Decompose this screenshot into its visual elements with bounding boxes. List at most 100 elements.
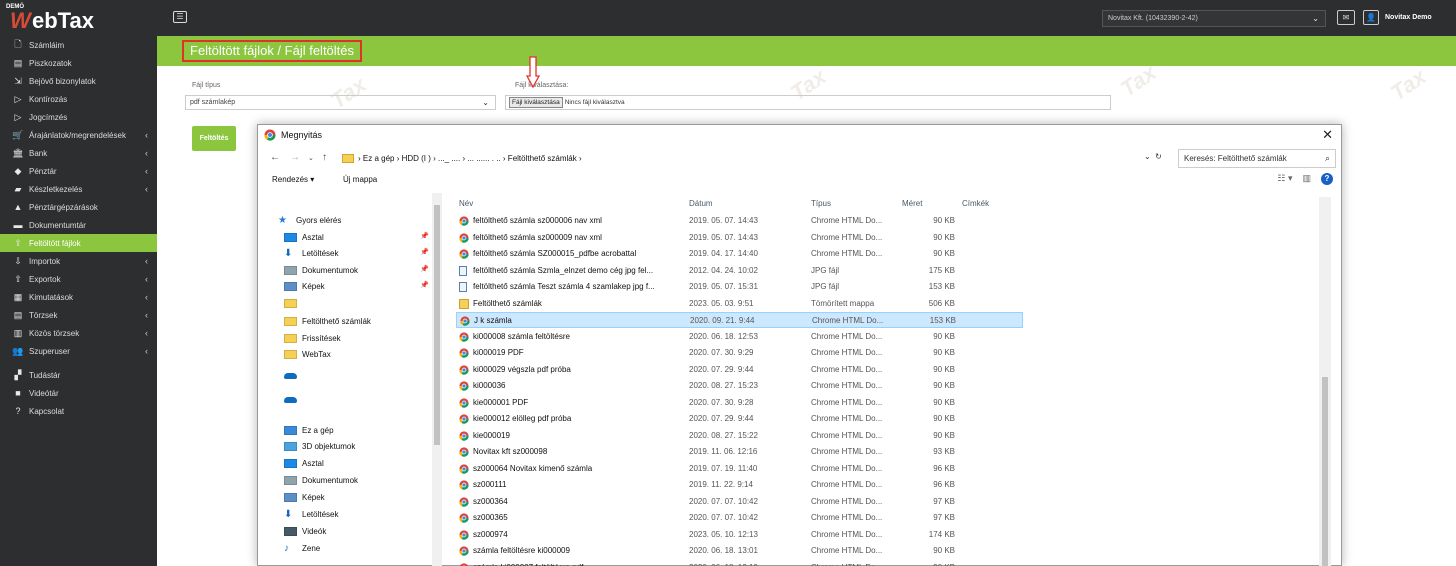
file-choose-button[interactable]: Fájl kiválasztása (509, 97, 563, 108)
column-header[interactable]: Típus (811, 199, 831, 208)
pin-icon[interactable]: 📌 (420, 248, 429, 256)
menu-toggle-button[interactable]: ☰ (173, 11, 187, 23)
sidebar-item[interactable]: ⇪ Feltöltött fájlok (0, 234, 157, 252)
nav-item[interactable]: Képek (284, 279, 325, 293)
column-header[interactable]: Név (459, 199, 473, 208)
nav-item[interactable]: ★ Gyors elérés (278, 213, 341, 227)
close-icon[interactable]: ✕ (1322, 127, 1333, 143)
pin-icon[interactable]: 📌 (420, 281, 429, 289)
nav-item[interactable]: WebTax (284, 347, 331, 361)
desktop-icon (284, 232, 297, 242)
file-row[interactable]: feltölthető számla Szmla_elnzet demo cég… (456, 263, 1023, 279)
nav-item[interactable]: Dokumentumok (284, 263, 358, 277)
file-row[interactable]: számla ki000007 feltöltésre pdf 2020. 06.… (456, 560, 1023, 566)
refresh-icon[interactable]: ⌄ ↻ (1144, 152, 1162, 161)
file-row[interactable]: kie000012 elölleg pdf próba 2020. 07. 29.… (456, 411, 1023, 427)
nav-item[interactable]: Videók (284, 524, 326, 538)
sidebar-item[interactable]: ▞ Tudástár (0, 366, 157, 384)
forward-arrow-icon[interactable]: → (290, 152, 300, 163)
back-arrow-icon[interactable]: ← (270, 152, 280, 163)
nav-item[interactable]: Asztal (284, 456, 324, 470)
sidebar-item[interactable]: ⇧ Exportok ‹ (0, 270, 157, 288)
sidebar-item[interactable]: ◆ Pénztár ‹ (0, 162, 157, 180)
webtax-logo[interactable]: DEMÓ W ebTax (0, 0, 157, 36)
sidebar-item[interactable]: ▤ Piszkozatok (0, 54, 157, 72)
company-select[interactable]: Novitax Kft. (10432390-2-42) ⌄ (1102, 10, 1326, 27)
column-header[interactable]: Méret (902, 199, 922, 208)
file-row[interactable]: J k számla 2020. 09. 21. 9:44 Chrome HTML … (456, 312, 1023, 328)
sidebar-item[interactable]: ▤ Törzsek ‹ (0, 306, 157, 324)
nav-item[interactable]: Asztal (284, 230, 324, 244)
preview-pane-icon[interactable]: ▥ (1302, 173, 1311, 185)
file-row[interactable]: sz000111 2019. 11. 22. 9:14 Chrome HTML Do… (456, 477, 1023, 493)
nav-item[interactable]: Ez a gép (284, 423, 334, 437)
chevron-down-icon[interactable]: ⌄ (308, 154, 314, 162)
search-input[interactable]: Keresés: Feltölthető számlák ⌕ (1178, 149, 1336, 168)
nav-item[interactable]: Dokumentumok (284, 473, 358, 487)
sidebar-item[interactable]: ■ Videótár (0, 384, 157, 402)
file-row[interactable]: számla feltöltésre ki000009 2020. 06. 18.… (456, 543, 1023, 559)
sidebar-item[interactable]: ▦ Kimutatások ‹ (0, 288, 157, 306)
messages-button[interactable]: ✉ (1337, 10, 1355, 25)
file-row[interactable]: sz000064 Novitax kimenő számla 2019. 07. … (456, 461, 1023, 477)
nav-item[interactable] (284, 393, 302, 407)
file-row[interactable]: sz000974 2023. 05. 10. 12:13 Chrome HTML D… (456, 527, 1023, 543)
file-row[interactable]: kie000001 PDF 2020. 07. 30. 9:28 Chrome HT… (456, 395, 1023, 411)
help-icon[interactable]: ? (1321, 173, 1333, 185)
sidebar-item[interactable]: ▰ Készletkezelés ‹ (0, 180, 157, 198)
nav-item[interactable] (284, 296, 302, 310)
upload-button[interactable]: Feltöltés (192, 126, 236, 151)
pin-icon[interactable]: 📌 (420, 232, 429, 240)
nav-item[interactable]: ♪ Zene (284, 541, 320, 555)
app-root: DEMÓ W ebTax 🗋 Számláim ▤ Piszkozatok ⇲ Bejöv… (0, 0, 1456, 566)
nav-item[interactable]: ⬇ Letöltések (284, 507, 338, 521)
file-row[interactable]: feltölthető számla SZ000015_pdfbe acroba… (456, 246, 1023, 262)
nav-item[interactable]: Frissítések (284, 331, 341, 345)
new-folder-button[interactable]: Új mappa (343, 175, 377, 184)
sidebar-item[interactable]: ▷ Jogcímzés (0, 108, 157, 126)
sidebar-item[interactable]: ▬ Dokumentumtár (0, 216, 157, 234)
filetype-select[interactable]: pdf számlakép ⌄ (185, 95, 496, 110)
pin-icon[interactable]: 📌 (420, 265, 429, 273)
import-icon: ⇩ (14, 255, 22, 266)
address-bar[interactable]: › Ez a gép › HDD (I ) › ..._ .... › ... … (338, 149, 1158, 168)
file-input[interactable]: Fájl kiválasztása Nincs fájl kiválasztva (505, 95, 1111, 110)
file-row[interactable]: feltölthető számla sz000006 nav xml 2019.… (456, 213, 1023, 229)
file-list-scroll-thumb[interactable] (1322, 377, 1328, 566)
file-row[interactable]: feltölthető számla sz000009 nav xml 2019.… (456, 230, 1023, 246)
file-row[interactable]: sz000364 2020. 07. 07. 10:42 Chrome HTML D… (456, 494, 1023, 510)
file-row[interactable]: Feltölthető számlák 2023. 05. 03. 9:51 Töm… (456, 296, 1023, 312)
user-menu-button[interactable]: 👤 Novitax Demo (1363, 10, 1432, 25)
file-row[interactable]: feltölthető számla Teszt számla 4 szamla… (456, 279, 1023, 295)
nav-item[interactable] (284, 369, 302, 383)
view-options-icon[interactable]: ☷ ▾ (1277, 173, 1292, 185)
sidebar-item[interactable]: ? Kapcsolat (0, 402, 157, 420)
sidebar-item[interactable]: ▲ Pénztárgépzárások (0, 198, 157, 216)
file-row[interactable]: Novitax kft sz000098 2019. 11. 06. 12:16 C… (456, 444, 1023, 460)
nav-item[interactable]: Feltölthető számlák (284, 314, 371, 328)
column-header[interactable]: Dátum (689, 199, 713, 208)
file-row[interactable]: ki000029 végszla pdf próba 2020. 07. 29. … (456, 362, 1023, 378)
nav-item[interactable]: ⬇ Letöltések (284, 246, 338, 260)
file-row[interactable]: ki000008 számla feltöltésre 2020. 06. 18.… (456, 329, 1023, 345)
nav-scroll-thumb[interactable] (434, 205, 440, 445)
file-list-scrollbar[interactable] (1319, 197, 1331, 566)
file-row[interactable]: sz000365 2020. 07. 07. 10:42 Chrome HTML D… (456, 510, 1023, 526)
sidebar-item[interactable]: 🗋 Számláim (0, 36, 157, 54)
sidebar-item[interactable]: ⇲ Bejövő bizonylatok (0, 72, 157, 90)
column-header[interactable]: Címkék (962, 199, 989, 208)
sidebar-item[interactable]: 🏛 Bank ‹ (0, 144, 157, 162)
nav-scrollbar[interactable] (432, 193, 442, 566)
sidebar-item[interactable]: ⇩ Importok ‹ (0, 252, 157, 270)
file-row[interactable]: ki000019 PDF 2020. 07. 30. 9:29 Chrome HTM… (456, 345, 1023, 361)
organize-button[interactable]: Rendezés ▾ (272, 175, 314, 184)
nav-item[interactable]: 3D objektumok (284, 439, 355, 453)
sidebar-item[interactable]: 🛒 Árajánlatok/megrendelések ‹ (0, 126, 157, 144)
sidebar-item[interactable]: 👥 Szuperuser ‹ (0, 342, 157, 360)
up-arrow-icon[interactable]: ↑ (322, 152, 327, 163)
nav-item[interactable]: Képek (284, 490, 325, 504)
file-row[interactable]: kie000019 2020. 08. 27. 15:22 Chrome HTML … (456, 428, 1023, 444)
file-row[interactable]: ki000036 2020. 08. 27. 15:23 Chrome HTML D… (456, 378, 1023, 394)
sidebar-item[interactable]: ▷ Kontírozás (0, 90, 157, 108)
sidebar-item[interactable]: ▥ Közös törzsek ‹ (0, 324, 157, 342)
